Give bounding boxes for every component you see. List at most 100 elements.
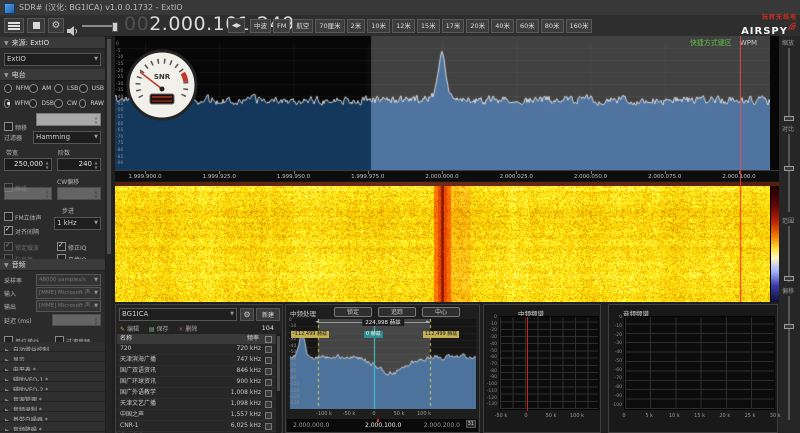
sidebar-panel-1[interactable]: ▶自动增益控制 — [0, 342, 105, 352]
band-button-13[interactable]: 80米 — [541, 19, 564, 33]
delete-button[interactable]: × 删除 — [178, 326, 197, 333]
frequency-row-2[interactable]: 天津滨海广播747 kHz — [117, 355, 277, 366]
snap-step-select[interactable]: 1 kHz▼ — [54, 217, 101, 230]
sidebar-panel-3[interactable]: ▶电平表 * — [0, 362, 105, 372]
stop-button[interactable] — [27, 18, 45, 33]
scan-column-header[interactable] — [265, 336, 272, 343]
filter-select[interactable]: Hamming▼ — [33, 131, 101, 144]
sidebar-panel-2[interactable]: ▶显示 — [0, 352, 105, 362]
spectrum-graph[interactable] — [499, 316, 599, 410]
frequency-row-5[interactable]: 国广外语教学1,008 kHz — [117, 388, 277, 399]
mode-radio-wfm[interactable]: WFM — [4, 99, 29, 108]
volume-thumb[interactable] — [112, 22, 118, 32]
scan-checkbox[interactable] — [265, 401, 272, 408]
profile-select[interactable]: BG1ICA▼ — [119, 308, 237, 321]
right-edge-label[interactable]: 112,499 赫兹 — [423, 331, 459, 338]
source-panel-header[interactable]: ▼来源: ExtIO — [0, 37, 105, 49]
band-button-12[interactable]: 60米 — [516, 19, 539, 33]
scan-checkbox[interactable] — [265, 346, 272, 353]
if-button-2[interactable]: 追踪 — [378, 307, 416, 317]
sidebar-panel-6[interactable]: ▶音源管理 * — [0, 392, 105, 402]
cw-shift-input[interactable]: ▲▼ — [57, 187, 101, 200]
mode-radio-raw[interactable]: RAW — [79, 99, 104, 108]
if-graph[interactable]: ◄ ► 224,998 赫兹 -112,499 赫兹 0 赫兹 112,499 … — [290, 319, 476, 409]
slider-track-4[interactable] — [788, 296, 790, 420]
bandwidth-input[interactable]: 250,000▲▼ — [4, 158, 52, 171]
slider-thumb-4[interactable] — [784, 324, 794, 329]
scan-checkbox[interactable] — [265, 368, 272, 375]
spinner-icon[interactable]: ▲▼ — [93, 160, 99, 170]
shift-input[interactable]: ▲▼ — [36, 113, 101, 126]
band-button-10[interactable]: 20米 — [466, 19, 489, 33]
band-button-6[interactable]: 10米 — [367, 19, 390, 33]
band-button-9[interactable]: 17米 — [442, 19, 465, 33]
slider-thumb-1[interactable] — [784, 116, 794, 121]
frequency-row-3[interactable]: 国广双语资讯846 kHz — [117, 366, 277, 377]
mode-radio-dsb[interactable]: DSB — [29, 99, 54, 108]
mode-radio-usb[interactable]: USB — [79, 84, 104, 93]
audio-panel-header[interactable]: ▼音频 — [0, 259, 105, 271]
if-button-3[interactable]: 中心 — [422, 307, 460, 317]
sidebar-panel-7[interactable]: ▶音频录制 * — [0, 402, 105, 412]
scan-checkbox[interactable] — [265, 379, 272, 386]
slider-thumb-3[interactable] — [784, 276, 794, 281]
scan-checkbox[interactable] — [265, 357, 272, 364]
scan-checkbox[interactable] — [265, 390, 272, 397]
band-button-3[interactable]: 航空 — [292, 19, 313, 33]
slider-thumb-2[interactable] — [784, 166, 794, 171]
spinner-icon[interactable]: ▲▼ — [44, 160, 50, 170]
new-entry-button[interactable]: 新建 — [256, 308, 280, 321]
mode-radio-lsb[interactable]: LSB — [54, 84, 79, 93]
source-select[interactable]: ExtIO▼ — [4, 53, 101, 66]
slider-track-3[interactable] — [788, 226, 790, 282]
tuning-line[interactable] — [740, 36, 741, 302]
band-button-1[interactable]: 中波 — [250, 19, 271, 33]
audio-output-select[interactable]: [MME] Microsoft 声…▼ — [36, 300, 101, 312]
waterfall-display[interactable] — [115, 186, 770, 302]
if-button-1[interactable]: 锁定 — [334, 307, 372, 317]
squelch-input[interactable]: ▲▼ — [4, 187, 52, 200]
shift-checkbox[interactable]: 频移 — [4, 115, 27, 134]
spectrum-graph[interactable] — [624, 316, 775, 410]
scrollbar-thumb[interactable] — [277, 336, 280, 391]
mode-radio-nfm[interactable]: NFM — [4, 84, 29, 93]
sidebar-panel-4[interactable]: ▶辅助VFO-1 * — [0, 372, 105, 382]
name-column-header[interactable]: 名称 — [120, 334, 132, 344]
scrollbar-thumb[interactable] — [107, 39, 111, 254]
band-button-4[interactable]: 70厘米 — [315, 19, 344, 33]
order-input[interactable]: 240▲▼ — [57, 158, 101, 171]
frequency-row-4[interactable]: 国广环球资讯900 kHz — [117, 377, 277, 388]
sidebar-panel-8[interactable]: ▶基带白噪器 * — [0, 412, 105, 422]
menu-button[interactable] — [4, 18, 24, 33]
slider-track-1[interactable] — [788, 48, 790, 120]
fft-spectrum-display[interactable] — [115, 36, 770, 170]
latency-input[interactable]: ▲▼ — [52, 314, 101, 326]
volume-slider[interactable] — [82, 25, 118, 27]
sidebar-panel-9[interactable]: ▶音频降噪 * — [0, 422, 105, 432]
scale-badge[interactable]: 31 — [466, 420, 476, 428]
profile-settings-button[interactable]: ⚙ — [240, 308, 254, 321]
frequency-step-buttons[interactable]: ◀▶ — [228, 18, 245, 33]
samplerate-select[interactable]: 48000 samples/s▼ — [36, 274, 101, 286]
frequency-row-1[interactable]: 720720 kHz — [117, 344, 277, 355]
sidebar-scrollbar[interactable] — [106, 36, 112, 433]
frequency-row-7[interactable]: 中国之声1,557 kHz — [117, 410, 277, 421]
radio-panel-header[interactable]: ▼电台 — [0, 69, 105, 81]
frequency-row-8[interactable]: CNR-16,025 kHz — [117, 421, 277, 432]
save-button[interactable]: ▤ 保存 — [149, 326, 169, 333]
frequency-column-header[interactable]: 频率 — [247, 334, 259, 344]
band-button-5[interactable]: 2米 — [347, 19, 366, 33]
frequency-row-6[interactable]: 天津文艺广播1,098 kHz — [117, 399, 277, 410]
band-button-8[interactable]: 15米 — [417, 19, 440, 33]
title-bar[interactable]: SDR# (汉化: BG1ICA) v1.0.0.1732 - ExtIO — [0, 0, 800, 16]
audio-input-select[interactable]: [MME] Microsoft 声…▼ — [36, 287, 101, 299]
slider-track-2[interactable] — [788, 134, 790, 212]
band-button-14[interactable]: 160米 — [566, 19, 593, 33]
spinner-icon[interactable]: ▲▼ — [93, 115, 99, 125]
list-scrollbar[interactable] — [276, 334, 281, 433]
settings-button[interactable]: ⚙ — [48, 18, 64, 33]
band-button-7[interactable]: 12米 — [392, 19, 415, 33]
scan-checkbox[interactable] — [265, 423, 272, 430]
mode-radio-am[interactable]: AM — [29, 84, 54, 93]
band-button-2[interactable]: FM — [273, 19, 290, 33]
